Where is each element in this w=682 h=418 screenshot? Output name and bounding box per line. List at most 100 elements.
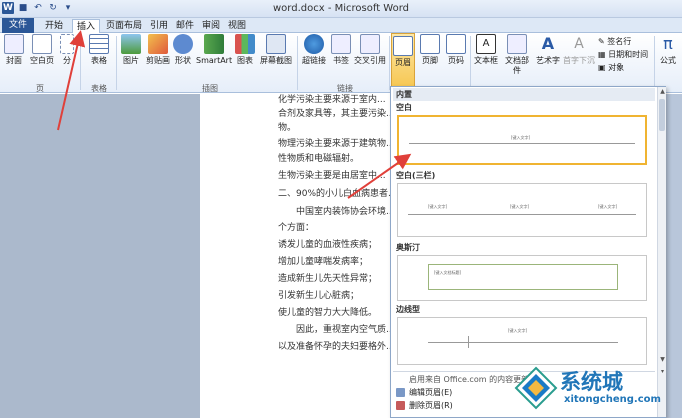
document-line[interactable]: 化学污染主要来源于室内...: [278, 94, 386, 106]
group-separator: [389, 36, 390, 90]
calendar-icon: ▦: [598, 50, 609, 59]
gallery-item-sideline[interactable]: [键入文字]: [397, 317, 647, 365]
scroll-up-icon[interactable]: ▲: [658, 87, 667, 96]
shapes-label: 形状: [175, 56, 191, 65]
gallery-item-austin[interactable]: [键入文档标题]: [397, 255, 647, 301]
gallery-item-blank-three-column[interactable]: [键入文字] [键入文字] [键入文字]: [397, 183, 647, 237]
document-line[interactable]: 个方面：: [278, 222, 314, 234]
signature-icon: ✎: [598, 37, 608, 46]
hyperlink-label: 超链接: [302, 56, 326, 65]
group-separator: [80, 36, 81, 90]
header-button[interactable]: 页眉: [391, 33, 415, 91]
dropcap-button[interactable]: A 首字下沉: [562, 34, 596, 66]
document-line[interactable]: 生物污染主要是由居室中...: [278, 170, 386, 182]
gallery-item-blank[interactable]: [键入文字]: [397, 115, 647, 165]
shapes-icon: [173, 34, 193, 54]
document-line[interactable]: 造成新生儿先天性异常；: [278, 273, 377, 285]
thumb-placeholder: [键入文字]: [428, 204, 448, 209]
document-line[interactable]: 中国室内装饰协会环境...: [296, 206, 395, 218]
watermark-text: 系统城: [560, 370, 623, 394]
group-label-links: 链接: [337, 84, 353, 93]
pi-icon: π: [663, 34, 673, 53]
date-time-button[interactable]: ▦ 日期和时间: [598, 49, 648, 60]
dropcap-label: 首字下沉: [563, 56, 595, 65]
header-label: 页眉: [395, 58, 411, 67]
watermark-url: xitongcheng.com: [564, 394, 661, 405]
equation-button[interactable]: π 公式: [656, 34, 680, 66]
equation-label: 公式: [660, 56, 676, 65]
picture-label: 图片: [123, 56, 139, 65]
page-number-icon: [446, 34, 466, 54]
table-button[interactable]: 表格: [86, 34, 112, 66]
document-line[interactable]: 物。: [278, 122, 296, 134]
footer-button[interactable]: 页脚: [418, 34, 442, 66]
tab-review[interactable]: 审阅: [200, 19, 222, 33]
quick-parts-label: 文档部件: [505, 56, 529, 75]
quick-parts-button[interactable]: 文档部件: [502, 34, 532, 76]
clipart-icon: [148, 34, 168, 54]
tab-home[interactable]: 开始: [40, 19, 68, 33]
cover-page-icon: [4, 34, 24, 54]
bookmark-icon: [331, 34, 351, 54]
tab-insert[interactable]: 插入: [72, 19, 100, 33]
group-separator: [470, 36, 471, 90]
group-separator: [297, 36, 298, 90]
gallery-item-label: 空白(三栏): [393, 169, 655, 182]
gallery-section-header: 内置: [393, 88, 655, 101]
scroll-thumb[interactable]: [659, 99, 665, 131]
signature-label: 签名行: [607, 37, 632, 46]
tab-references[interactable]: 引用: [148, 19, 170, 33]
watermark-logo: 系统城 xitongcheng.com: [512, 362, 682, 418]
footer-icon: [420, 34, 440, 54]
screenshot-button[interactable]: 屏幕截图: [258, 34, 294, 66]
wordart-button[interactable]: A 艺术字: [534, 34, 562, 66]
chart-button[interactable]: 图表: [234, 34, 256, 66]
clipart-button[interactable]: 剪贴画: [144, 34, 172, 66]
textbox-label: 文本框: [474, 56, 498, 65]
smartart-button[interactable]: SmartArt: [196, 34, 232, 66]
tab-mailings[interactable]: 邮件: [174, 19, 196, 33]
tab-view[interactable]: 视图: [226, 19, 248, 33]
group-separator: [116, 36, 117, 90]
brand-logo-icon: [514, 366, 558, 410]
document-line[interactable]: 诱发儿童的血液性疾病；: [278, 239, 377, 251]
picture-icon: [121, 34, 141, 54]
cover-button[interactable]: 封面: [2, 34, 26, 66]
gallery-item-label: 空白: [393, 101, 655, 114]
document-line[interactable]: 以及准备怀孕的夫妇要格外...: [278, 341, 395, 353]
signature-line-button[interactable]: ✎ 签名行: [598, 36, 631, 47]
bookmark-button[interactable]: 书签: [330, 34, 352, 66]
textbox-icon: A: [476, 34, 496, 54]
tab-page-layout[interactable]: 页面布局: [104, 19, 144, 33]
cross-reference-button[interactable]: 交叉引用: [352, 34, 388, 66]
document-line[interactable]: 使儿童的智力大大降低。: [278, 307, 377, 319]
group-label-illustrations: 插图: [202, 84, 218, 93]
page-number-button[interactable]: 页码: [444, 34, 468, 66]
document-line[interactable]: 引发新生儿心脏病；: [278, 290, 359, 302]
document-line[interactable]: 增加儿童哮喘发病率；: [278, 256, 368, 268]
gallery-item-label: 奥斯汀: [393, 241, 655, 254]
blank-page-button[interactable]: 空白页: [28, 34, 56, 66]
hyperlink-button[interactable]: 超链接: [300, 34, 328, 66]
picture-button[interactable]: 图片: [120, 34, 142, 66]
shapes-button[interactable]: 形状: [172, 34, 194, 66]
menu-label: 删除页眉(R): [409, 401, 453, 410]
document-line[interactable]: 因此，重视室内空气质...: [296, 324, 395, 336]
date-time-label: 日期和时间: [608, 50, 649, 59]
page-break-button[interactable]: 分: [58, 34, 76, 66]
ribbon-insert: 封面 空白页 分 页 表格 表格 图片 剪贴画 形状 SmartArt 图表 屏…: [0, 33, 682, 93]
object-button[interactable]: ▣ 对象: [598, 62, 624, 73]
document-line[interactable]: 二、90%的小儿白血病患者...: [278, 188, 397, 200]
document-line[interactable]: 物理污染主要来源于建筑物...: [278, 138, 395, 150]
group-label-tables: 表格: [91, 84, 107, 93]
document-line[interactable]: 合剂及家具等，其主要污染...: [278, 108, 395, 120]
document-line[interactable]: 性物质和电磁辐射。: [278, 153, 359, 165]
wordart-icon: A: [541, 34, 555, 53]
tab-file[interactable]: 文件: [2, 18, 34, 33]
chart-icon: [235, 34, 255, 54]
thumb-placeholder: [键入文字]: [510, 204, 530, 209]
page-break-icon: [60, 34, 74, 54]
table-label: 表格: [91, 56, 107, 65]
ribbon-tab-bar: 文件 开始 插入 页面布局 引用 邮件 审阅 视图: [0, 18, 682, 33]
textbox-button[interactable]: A 文本框: [472, 34, 500, 66]
